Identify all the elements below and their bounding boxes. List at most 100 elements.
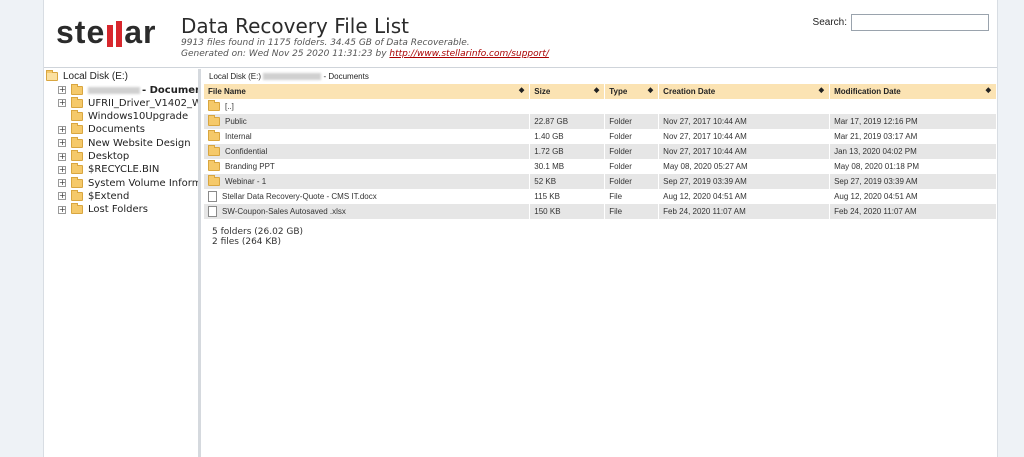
- folder-icon: [208, 175, 220, 186]
- cell-value: Folder: [609, 132, 632, 141]
- col-header-size[interactable]: Size ◆: [529, 84, 606, 99]
- table-cell-name[interactable]: [..]: [204, 99, 531, 114]
- search-label: Search:: [812, 17, 847, 28]
- folder-icon: [208, 100, 220, 111]
- table-cell-size: 30.1 MB: [529, 159, 606, 174]
- cell-value: Nov 27, 2017 10:44 AM: [663, 147, 747, 156]
- tree-item[interactable]: + $RECYCLE.BIN: [58, 163, 160, 176]
- report-generated: Generated on: Wed Nov 25 2020 11:31:23 b…: [181, 49, 549, 60]
- table-cell-modified: Mar 21, 2019 03:17 AM: [829, 129, 997, 144]
- table-row[interactable]: SW-Coupon-Sales Autosaved .xlsx 150 KB Fil…: [204, 204, 997, 219]
- table-row[interactable]: [..]: [204, 99, 997, 114]
- table-cell-size: 115 KB: [529, 189, 606, 204]
- expand-icon[interactable]: +: [58, 86, 66, 94]
- file-name: Confidential: [225, 147, 268, 156]
- table-row[interactable]: Webinar - 1 52 KB Folder Sep 27, 2019 03:39…: [204, 174, 997, 189]
- cell-value: 1.72 GB: [534, 147, 564, 156]
- table-cell-type: File: [604, 189, 660, 204]
- table-row[interactable]: Stellar Data Recovery-Quote - CMS IT.doc…: [204, 189, 997, 204]
- table-cell-type: File: [604, 204, 660, 219]
- tree-item[interactable]: + Documents: [58, 123, 145, 136]
- table-row[interactable]: Public 22.87 GB Folder Nov 27, 2017 10:44 A…: [204, 114, 997, 129]
- redacted-name: [263, 73, 322, 81]
- cell-value: Feb 24, 2020 11:07 AM: [834, 207, 917, 216]
- cell-value: 22.87 GB: [534, 117, 569, 126]
- folder-icon: [71, 110, 83, 122]
- expand-icon[interactable]: +: [58, 179, 66, 188]
- table-cell-type: Folder: [604, 129, 660, 144]
- expand-icon[interactable]: +: [58, 99, 66, 108]
- table-cell-modified: [829, 99, 997, 114]
- sort-icon: ◆: [593, 87, 600, 94]
- table-cell-name[interactable]: Stellar Data Recovery-Quote - CMS IT.doc…: [204, 189, 531, 204]
- cell-value: Aug 12, 2020 04:51 AM: [663, 192, 747, 201]
- table-row[interactable]: Branding PPT 30.1 MB Folder May 08, 2020 05…: [204, 159, 997, 174]
- tree-item[interactable]: + Lost Folders: [58, 203, 148, 216]
- search-input[interactable]: [851, 14, 989, 31]
- file-name: Public: [225, 117, 247, 126]
- tree-item[interactable]: + - Document: [58, 83, 198, 96]
- expand-icon[interactable]: +: [58, 152, 66, 161]
- table-cell-name[interactable]: Branding PPT: [204, 159, 531, 174]
- tree-item[interactable]: + System Volume Informatic: [58, 176, 201, 189]
- table-cell-created: Nov 27, 2017 10:44 AM: [658, 129, 831, 144]
- file-name-cell: Branding PPT: [208, 160, 529, 171]
- cell-value: Nov 27, 2017 10:44 AM: [663, 132, 747, 141]
- tree-item-label: System Volume Informatic: [88, 177, 201, 189]
- file-icon: [208, 191, 217, 202]
- tree-item[interactable]: + UFRII_Driver_V1402_W64: [58, 96, 198, 109]
- search-area: Search:: [813, 14, 989, 31]
- table-cell-created: Feb 24, 2020 11:07 AM: [658, 204, 831, 219]
- file-name: [..]: [225, 102, 234, 111]
- file-name-cell: Public: [208, 115, 529, 126]
- tree-root[interactable]: Local Disk (E:): [46, 70, 128, 82]
- folder-icon: [71, 163, 83, 175]
- col-header-modification-date[interactable]: Modification Date ◆: [829, 84, 997, 99]
- col-header-type[interactable]: Type ◆: [604, 84, 660, 99]
- cell-value: Jan 13, 2020 04:02 PM: [834, 147, 917, 156]
- table-cell-name[interactable]: Webinar - 1: [204, 174, 531, 189]
- table-cell-name[interactable]: Confidential: [204, 144, 531, 159]
- table-cell-name[interactable]: SW-Coupon-Sales Autosaved .xlsx: [204, 204, 531, 219]
- expand-icon[interactable]: +: [58, 165, 66, 174]
- table-row[interactable]: Confidential 1.72 GB Folder Nov 27, 2017 10…: [204, 144, 997, 159]
- table-cell-modified: May 08, 2020 01:18 PM: [829, 159, 997, 174]
- breadcrumb-suffix: - Documents: [323, 72, 369, 81]
- table-cell-name[interactable]: Public: [204, 114, 531, 129]
- table-cell-size: 1.72 GB: [529, 144, 606, 159]
- folder-icon: [208, 160, 220, 171]
- page-title: Data Recovery File List: [181, 14, 409, 38]
- tree-item[interactable]: Windows10Upgrade: [58, 110, 189, 123]
- expand-icon[interactable]: +: [58, 139, 66, 148]
- table-cell-size: 52 KB: [529, 174, 606, 189]
- table-cell-size: [529, 99, 606, 114]
- tree-item-label: Lost Folders: [88, 204, 148, 216]
- folder-icon: [71, 203, 83, 215]
- table-row[interactable]: Internal 1.40 GB Folder Nov 27, 2017 10:44 …: [204, 129, 997, 144]
- table-cell-type: Folder: [604, 144, 660, 159]
- expand-icon[interactable]: +: [58, 192, 66, 201]
- folder-icon: [71, 150, 83, 161]
- tree-item-label: Windows10Upgrade: [88, 111, 189, 123]
- tree-item[interactable]: + $Extend: [58, 189, 129, 202]
- table-cell-created: Nov 27, 2017 10:44 AM: [658, 114, 831, 129]
- expand-icon[interactable]: +: [58, 205, 66, 214]
- table-cell-modified: Aug 12, 2020 04:51 AM: [829, 189, 997, 204]
- table-cell-created: Nov 27, 2017 10:44 AM: [658, 144, 831, 159]
- logo-text-left: ste: [56, 13, 106, 50]
- summary-files: 2 files (264 KB): [212, 237, 281, 247]
- col-header-creation-date[interactable]: Creation Date ◆: [658, 84, 831, 99]
- cell-value: File: [609, 192, 623, 201]
- summary: 5 folders (26.02 GB) 2 files (264 KB): [212, 227, 303, 247]
- tree-item[interactable]: + New Website Design: [58, 136, 191, 149]
- sort-icon: ◆: [647, 87, 654, 94]
- col-header-file-name[interactable]: File Name ◆: [204, 84, 531, 99]
- support-link[interactable]: http://www.stellarinfo.com/support/: [389, 49, 549, 59]
- expand-icon[interactable]: +: [58, 125, 66, 134]
- tree-item[interactable]: + Desktop: [58, 150, 129, 163]
- tree-item-label: $RECYCLE.BIN: [88, 164, 160, 176]
- cell-value: Nov 27, 2017 10:44 AM: [663, 117, 747, 126]
- table-cell-created: May 08, 2020 05:27 AM: [658, 159, 831, 174]
- table-cell-name[interactable]: Internal: [204, 129, 531, 144]
- folder-icon: [71, 189, 83, 201]
